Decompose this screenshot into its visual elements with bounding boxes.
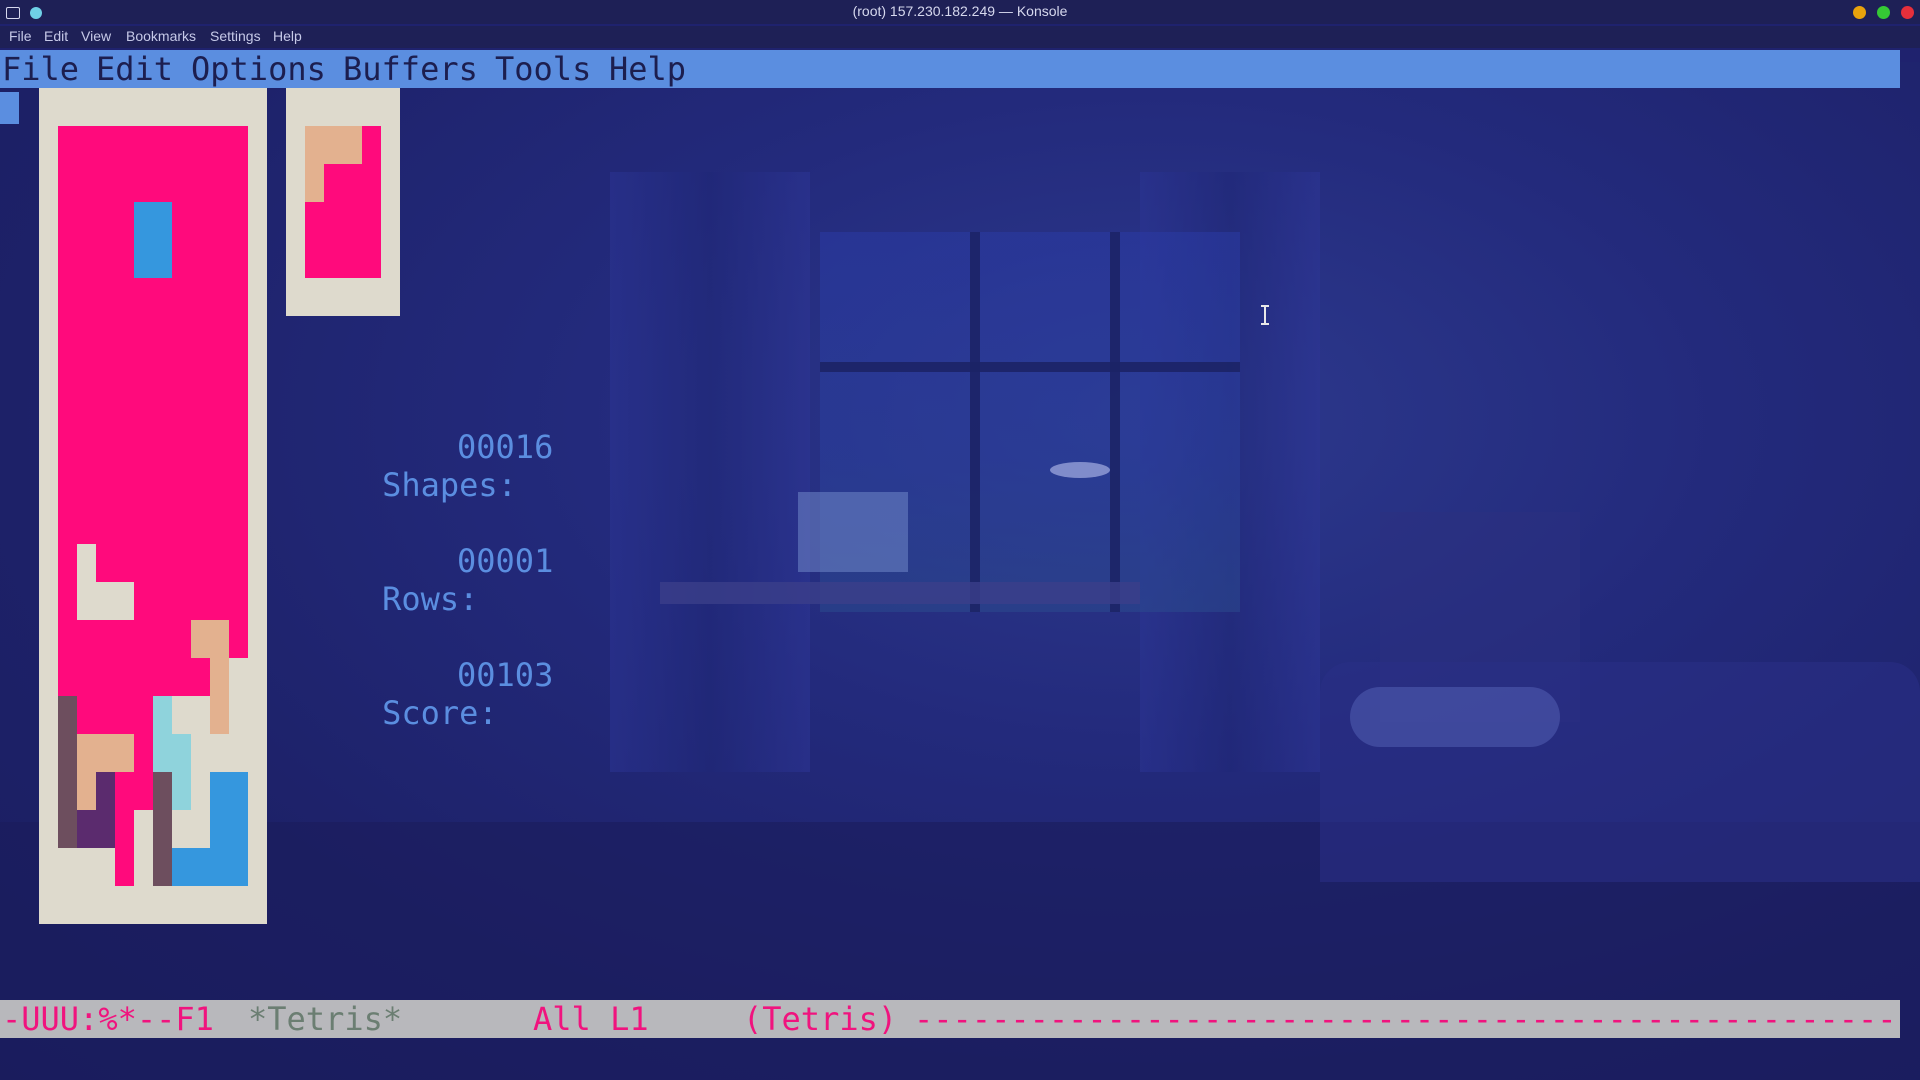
lamp [1050, 462, 1110, 478]
emacs-menu-options[interactable]: Options [191, 50, 326, 88]
preview-block [305, 126, 362, 164]
emacs-menu-tools[interactable]: Tools [495, 50, 591, 88]
modeline-status: -UUU:%*--F1 [2, 1000, 214, 1038]
menu-view[interactable]: View [81, 28, 111, 44]
minimize-button[interactable] [1853, 6, 1866, 19]
emacs-menubar: File Edit Options Buffers Tools Help [0, 50, 1900, 88]
board-block [77, 810, 96, 848]
menu-edit[interactable]: Edit [44, 28, 68, 44]
stat-rows: Rows: 00001 [305, 542, 553, 618]
board-block [191, 620, 229, 658]
board-block [115, 810, 134, 848]
menu-settings[interactable]: Settings [210, 28, 261, 44]
konsole-menubar: File Edit View Bookmarks Settings Help [0, 26, 1920, 48]
board-block [96, 772, 115, 848]
stat-label: Rows: [382, 580, 479, 618]
board-block [210, 772, 248, 886]
close-button[interactable] [1901, 6, 1914, 19]
menu-bookmarks[interactable]: Bookmarks [126, 28, 196, 44]
stat-score: Score: 00103 [305, 656, 553, 732]
maximize-button[interactable] [1877, 6, 1890, 19]
emacs-modeline[interactable]: -UUU:%*--F1 *Tetris* All L1 (Tetris) ---… [0, 1000, 1900, 1038]
preview-block [305, 164, 324, 202]
board-block [58, 696, 77, 848]
stat-shapes: Shapes: 00016 [305, 428, 553, 504]
stat-value: 00016 [457, 428, 554, 466]
board-block [115, 848, 134, 886]
window-frame [970, 232, 980, 612]
emacs-menu-help[interactable]: Help [609, 50, 686, 88]
board-empty [77, 582, 134, 620]
emacs-menu-buffers[interactable]: Buffers [343, 50, 478, 88]
board-block [172, 734, 191, 810]
pillow [1350, 687, 1560, 747]
board-block [153, 696, 172, 772]
stat-value: 00103 [457, 656, 554, 694]
emacs-menu-file[interactable]: File [2, 50, 79, 88]
modeline-mode[interactable]: (Tetris) [743, 1000, 897, 1038]
modeline-dashes: ----------------------------------------… [914, 1000, 1900, 1038]
window-titlebar[interactable]: (root) 157.230.182.249 — Konsole [0, 0, 1920, 24]
board-block [77, 734, 134, 772]
board-block [153, 658, 210, 696]
text-cursor [0, 92, 19, 124]
tetris-board[interactable] [39, 88, 267, 924]
board-block [153, 772, 172, 886]
board-block [172, 848, 210, 886]
curtain-left [610, 172, 810, 772]
desk [660, 582, 1140, 604]
mouse-ibeam-cursor [1261, 305, 1269, 325]
board-block [210, 658, 229, 734]
board-block [77, 772, 96, 810]
falling-block [134, 202, 172, 278]
modeline-position: All L1 [533, 1000, 649, 1038]
window-frame [1110, 232, 1120, 612]
next-piece-preview [286, 88, 400, 316]
window-frame [820, 362, 1240, 372]
stat-label: Score: [382, 694, 498, 732]
emacs-menu-edit[interactable]: Edit [96, 50, 173, 88]
menu-help[interactable]: Help [273, 28, 302, 44]
window-title: (root) 157.230.182.249 — Konsole [852, 3, 1068, 19]
game-stats: Shapes: 00016 Rows: 00001 Score: 00103 [305, 352, 553, 732]
monitor [798, 492, 908, 572]
modeline-buffer-name[interactable]: *Tetris* [248, 1000, 402, 1038]
stat-value: 00001 [457, 542, 554, 580]
stat-label: Shapes: [382, 466, 517, 504]
menu-file[interactable]: File [9, 28, 32, 44]
